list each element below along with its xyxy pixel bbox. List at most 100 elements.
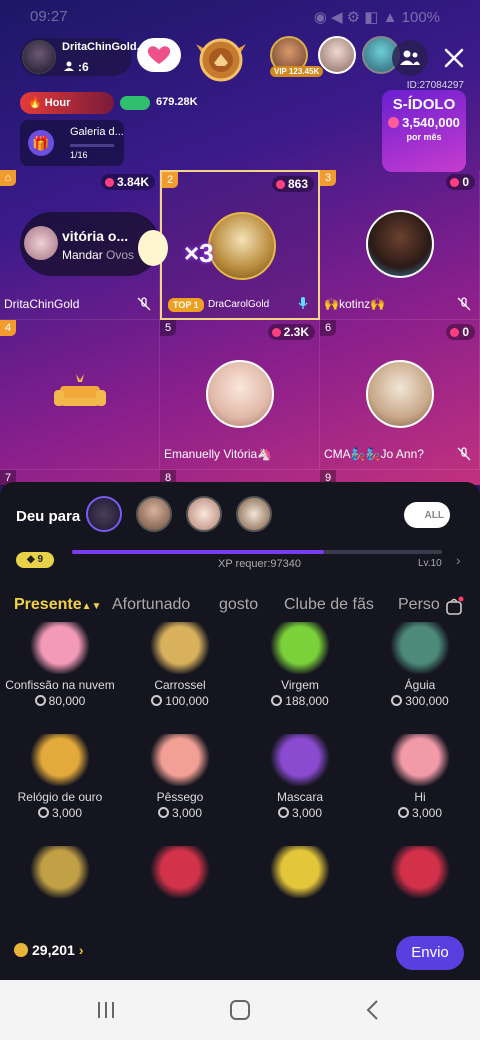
- sort-icon: ▲▼: [81, 601, 102, 612]
- members-button[interactable]: [392, 40, 428, 76]
- coin-icon: [157, 807, 169, 818]
- seat-4[interactable]: 4: [0, 320, 160, 470]
- seat-avatar[interactable]: [366, 210, 434, 278]
- recent-apps-icon[interactable]: [94, 998, 118, 1022]
- tab-afortunado[interactable]: Afortunado: [112, 596, 190, 614]
- virgo-icon: [270, 622, 330, 674]
- tab-presente[interactable]: Presente▲▼: [14, 596, 101, 614]
- tab-personalizado[interactable]: Perso: [398, 596, 440, 614]
- all-recipients-toggle[interactable]: ALL: [404, 502, 450, 528]
- seat-avatar[interactable]: [206, 360, 274, 428]
- gift-item[interactable]: Águia 300,000: [360, 622, 480, 742]
- idolo-period: por mês: [406, 132, 442, 142]
- host-avatar[interactable]: [22, 40, 56, 74]
- gift-item[interactable]: Hi 3,000: [360, 734, 480, 854]
- gift-item[interactable]: Relógio de ouro 3,000: [0, 734, 120, 854]
- energy-bar-icon: [120, 96, 150, 110]
- heart-dot-icon: [275, 179, 285, 189]
- gift-item[interactable]: [120, 846, 240, 966]
- party-icon: [270, 846, 330, 898]
- heart-dot-icon: [104, 177, 114, 187]
- idolo-banner[interactable]: S-ÍDOLO 3,540,000 por mês: [382, 90, 466, 172]
- follow-heart-button[interactable]: [137, 38, 181, 72]
- backpack-icon[interactable]: [444, 596, 464, 616]
- coin-icon: [151, 695, 163, 706]
- mic-muted-icon: [457, 447, 471, 461]
- user-level: 9: [37, 554, 44, 565]
- gift-action: Mandar Ovos: [62, 248, 134, 262]
- gift-price-value: 80,000: [48, 694, 86, 708]
- gift-item[interactable]: Pêssego 3,000: [120, 734, 240, 854]
- gift-item[interactable]: Mascara 3,000: [240, 734, 360, 854]
- recipient-avatar[interactable]: [186, 496, 222, 532]
- seat-score-value: 3.84K: [116, 175, 149, 189]
- coin-icon: [391, 695, 403, 706]
- back-icon[interactable]: [362, 998, 386, 1022]
- seat-5[interactable]: 5 2.3K Emanuelly Vitória🦄: [160, 320, 320, 470]
- idolo-value: 3,540,000: [382, 115, 466, 130]
- room-level-badge-icon[interactable]: [192, 30, 250, 86]
- seat-avatar[interactable]: [208, 212, 276, 280]
- recipient-avatar-host[interactable]: [86, 496, 122, 532]
- gift-price: 80,000: [0, 694, 120, 708]
- seat-1[interactable]: ⌂ 3.84K vitória o... Mandar Ovos DritaCh…: [0, 170, 160, 320]
- viewer-count: :6: [64, 60, 89, 74]
- gift-tabs: Presente▲▼ Afortunado gosto Clube de fãs…: [0, 592, 480, 622]
- gallery-progress-bar: [70, 144, 114, 147]
- gold-trophy-icon: [30, 846, 90, 898]
- gift-gallery-card[interactable]: 🎁 Galeria d... 1/16: [20, 120, 124, 166]
- gift-price-value: 3,000: [171, 806, 203, 820]
- hearts-icon: [147, 46, 171, 64]
- hour-ranking-pill[interactable]: 🔥 Hour: [20, 92, 114, 114]
- chevron-right-icon[interactable]: ›: [456, 552, 461, 568]
- vip-score-tag: VIP 123.45K: [270, 66, 324, 77]
- recipient-avatar[interactable]: [136, 496, 172, 532]
- mic-muted-icon: [137, 297, 151, 311]
- tab-presente-label: Presente: [14, 596, 82, 613]
- person-icon: [64, 61, 74, 71]
- idolo-title: S-ÍDOLO: [392, 96, 456, 113]
- eagle-icon: [390, 622, 450, 674]
- hot-air-balloon-icon: [390, 846, 450, 898]
- seat-3[interactable]: 3 0 🙌kotinz🙌: [320, 170, 480, 320]
- gift-price: 300,000: [360, 694, 480, 708]
- user-level-badge: ◆ 9: [16, 552, 54, 568]
- gift-item[interactable]: Carrossel 100,000: [120, 622, 240, 742]
- gift-price: 3,000: [360, 806, 480, 820]
- gift-item[interactable]: Confissão na nuvem 80,000: [0, 622, 120, 742]
- gift-item[interactable]: [240, 846, 360, 966]
- send-button[interactable]: Envio: [396, 936, 464, 970]
- seat-name: Emanuelly Vitória🦄: [164, 447, 273, 461]
- seat-6[interactable]: 6 0 CMA🧞🧞Jo Ann?: [320, 320, 480, 470]
- chevron-right-icon: ›: [78, 942, 84, 958]
- energy-value: 679.28K: [156, 96, 198, 108]
- gift-item[interactable]: Virgem 188,000: [240, 622, 360, 742]
- peach-icon: [150, 734, 210, 786]
- vip-label: VIP: [274, 67, 287, 76]
- coin-icon: [271, 695, 283, 706]
- gift-panel: Deu para ALL ◆ 9 XP requer:97340 Lv.10 ›…: [0, 482, 480, 980]
- seat-score-value: 0: [462, 325, 469, 339]
- coin-icon: [14, 943, 28, 957]
- seat-2[interactable]: 2 863 ×3 TOP 1 DraCarolGold: [138, 170, 320, 320]
- close-button[interactable]: [440, 44, 468, 72]
- seat-score-value: 863: [287, 177, 308, 191]
- heart-dot-icon: [450, 177, 460, 187]
- status-bar: 09:27 ◉ ◀ ⚙ ◧ ▲ 100%: [0, 8, 480, 28]
- tab-clube-de-fas[interactable]: Clube de fãs: [284, 596, 374, 614]
- recipient-avatar[interactable]: [236, 496, 272, 532]
- home-icon[interactable]: [228, 998, 252, 1022]
- gift-name: Pêssego: [156, 790, 204, 804]
- top-viewer-avatar[interactable]: [318, 36, 356, 74]
- gift-price-value: 3,000: [411, 806, 443, 820]
- xp-progress-bar: [72, 550, 442, 554]
- gift-action-item: Ovos: [106, 248, 135, 262]
- coin-balance[interactable]: 29,201 ›: [14, 942, 84, 958]
- coin-icon: [397, 807, 409, 818]
- tab-gosto[interactable]: gosto: [219, 596, 258, 614]
- gift-price-value: 3,000: [51, 806, 83, 820]
- host-card[interactable]: DritaChinGold... :6: [20, 38, 146, 76]
- seat-home-icon: ⌂: [0, 170, 16, 186]
- coin-icon: [37, 807, 49, 818]
- seat-avatar[interactable]: [366, 360, 434, 428]
